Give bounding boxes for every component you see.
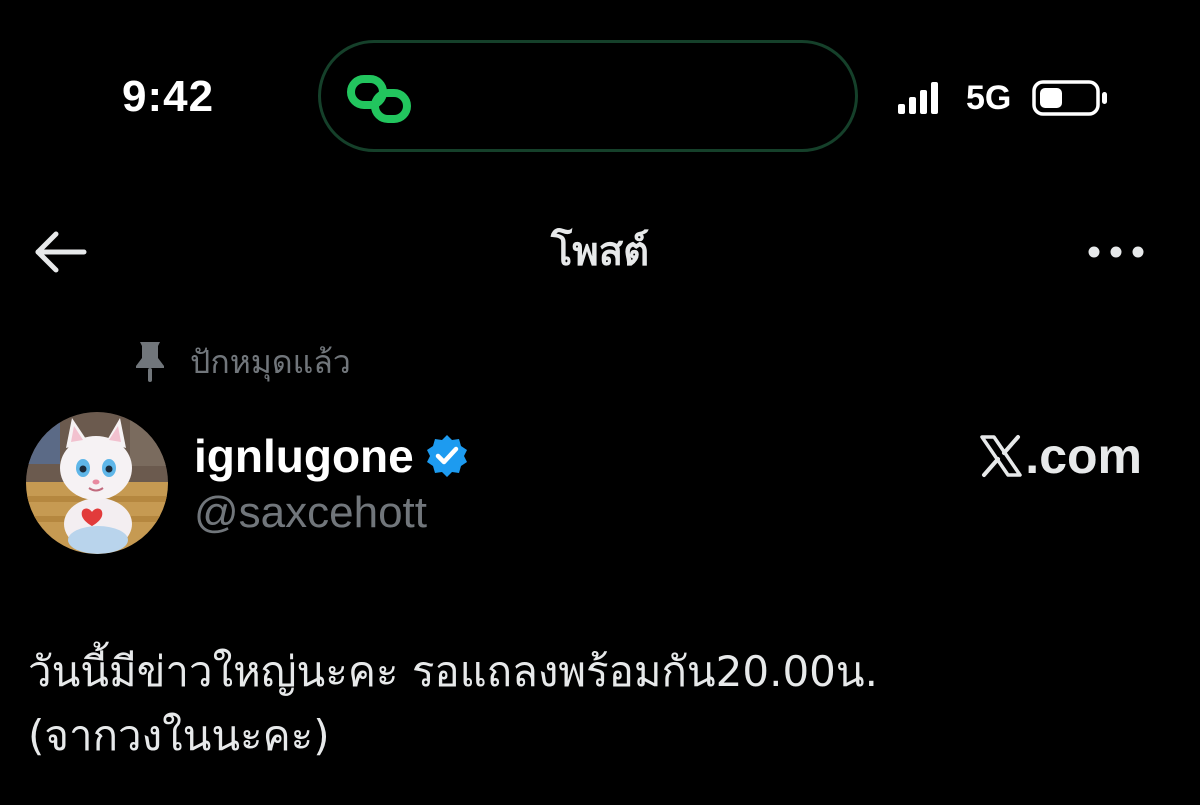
post-text-line-1: วันนี้มีข่าวใหญ่นะคะ รอแถลงพร้อมกัน20.00…: [28, 647, 878, 696]
pinned-indicator: ปักหมุดแล้ว: [132, 338, 351, 386]
pinned-label: ปักหมุดแล้ว: [190, 343, 351, 381]
signal-bars-icon: [898, 82, 938, 114]
status-time: 9:42: [122, 72, 215, 121]
pin-icon: [136, 342, 164, 382]
author-handle[interactable]: @saxcehott: [194, 486, 427, 540]
post-text-line-2: (จากวงในนะคะ): [28, 711, 330, 760]
author-name-row: ignlugone: [194, 428, 470, 484]
source-label: .com: [1025, 428, 1142, 484]
battery-low-icon: [1032, 80, 1107, 116]
author-display-name[interactable]: ignlugone: [194, 428, 414, 484]
verified-badge-icon[interactable]: [424, 433, 470, 479]
source-watermark: .com: [979, 426, 1142, 486]
author-avatar[interactable]: [26, 412, 168, 554]
link-chain-icon: [347, 75, 411, 123]
page-title: โพสต์: [550, 229, 650, 275]
avatar-cat-icon: [26, 412, 168, 554]
post-text: วันนี้มีข่าวใหญ่นะคะ รอแถลงพร้อมกัน20.00…: [28, 640, 1178, 768]
more-options-icon[interactable]: [1084, 230, 1148, 274]
x-logo-icon: [980, 435, 1023, 477]
dynamic-island[interactable]: [318, 40, 858, 152]
network-type: 5G: [966, 79, 1012, 117]
